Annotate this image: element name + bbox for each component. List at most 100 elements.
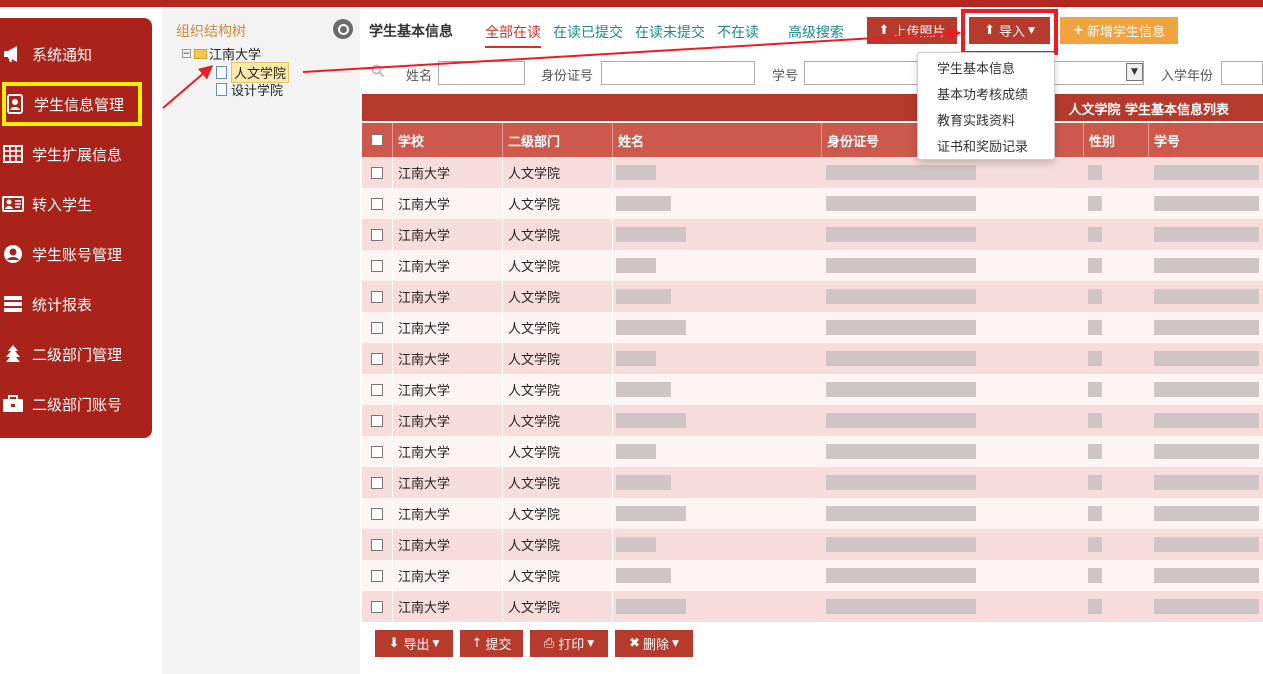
search-icon[interactable] bbox=[333, 19, 353, 39]
sidebar-item-student-info[interactable]: 学生信息管理 bbox=[2, 82, 142, 126]
plus-icon: + bbox=[1073, 23, 1084, 38]
tree-node-design[interactable]: 设计学院 bbox=[216, 80, 283, 99]
delete-button[interactable]: ✖ 删除 ▼ bbox=[615, 630, 693, 657]
table-row[interactable]: 江南大学 人文学院 bbox=[362, 188, 1263, 219]
cell-dept: 人文学院 bbox=[503, 467, 613, 498]
redacted-id bbox=[826, 599, 976, 614]
row-checkbox[interactable] bbox=[362, 250, 393, 281]
print-button[interactable]: ⎙ 打印 ▼ bbox=[530, 630, 608, 657]
sidebar-item-accounts[interactable]: 学生账号管理 bbox=[0, 232, 152, 276]
table-row[interactable]: 江南大学 人文学院 bbox=[362, 467, 1263, 498]
cell-dept: 人文学院 bbox=[503, 157, 613, 188]
cell-school: 江南大学 bbox=[393, 467, 503, 498]
sidebar-item-label: 学生信息管理 bbox=[34, 95, 125, 114]
redacted-id bbox=[826, 351, 976, 366]
table-row[interactable]: 江南大学 人文学院 bbox=[362, 343, 1263, 374]
redacted-gender bbox=[1088, 382, 1102, 397]
sidebar-item-label: 二级部门账号 bbox=[32, 395, 123, 414]
id-input[interactable] bbox=[601, 61, 755, 85]
table-row[interactable]: 江南大学 人文学院 bbox=[362, 250, 1263, 281]
row-checkbox[interactable] bbox=[362, 157, 393, 188]
add-student-button[interactable]: + 新增学生信息 bbox=[1060, 17, 1178, 44]
sidebar: 系统通知 学生信息管理 学生扩展信息 转入学生 学生账号管理 统计报表 二级部门… bbox=[0, 18, 152, 438]
menu-item-skills-scores[interactable]: 基本功考核成绩 bbox=[937, 84, 1028, 103]
submit-button[interactable]: ↑ 提交 bbox=[460, 630, 523, 657]
row-checkbox[interactable] bbox=[362, 498, 393, 529]
select-all-checkbox[interactable] bbox=[362, 123, 393, 157]
import-button[interactable]: ⬆ 导入 ▼ bbox=[969, 17, 1050, 44]
redacted-student-no bbox=[1154, 444, 1259, 459]
row-checkbox[interactable] bbox=[362, 312, 393, 343]
row-checkbox[interactable] bbox=[362, 529, 393, 560]
redacted-name bbox=[616, 506, 686, 521]
table-row[interactable]: 江南大学 人文学院 bbox=[362, 374, 1263, 405]
redacted-id bbox=[826, 258, 976, 273]
upload-icon: ⬆ bbox=[878, 23, 890, 38]
cell-school: 江南大学 bbox=[393, 343, 503, 374]
caret-down-icon: ▼ bbox=[587, 638, 595, 649]
sidebar-item-dept-accounts[interactable]: 二级部门账号 bbox=[0, 382, 152, 426]
menu-item-basic-info[interactable]: 学生基本信息 bbox=[937, 58, 1015, 77]
table-row[interactable]: 江南大学 人文学院 bbox=[362, 560, 1263, 591]
table-row[interactable]: 江南大学 人文学院 bbox=[362, 436, 1263, 467]
row-checkbox[interactable] bbox=[362, 405, 393, 436]
row-checkbox[interactable] bbox=[362, 219, 393, 250]
name-input[interactable] bbox=[438, 61, 525, 85]
table-row[interactable]: 江南大学 人文学院 bbox=[362, 591, 1263, 622]
menu-item-certificates[interactable]: 证书和奖励记录 bbox=[937, 136, 1028, 155]
col-dept[interactable]: 二级部门 bbox=[503, 123, 613, 157]
cell-dept: 人文学院 bbox=[503, 498, 613, 529]
name-label: 姓名 bbox=[406, 69, 433, 84]
col-school[interactable]: 学校 bbox=[393, 123, 503, 157]
export-label: 导出 bbox=[403, 638, 430, 653]
upload-photo-button[interactable]: ⬆ 上传照片 bbox=[867, 17, 957, 44]
caret-down-icon: ▼ bbox=[1028, 25, 1035, 36]
advanced-search-link[interactable]: 高级搜索 bbox=[788, 22, 844, 42]
row-checkbox[interactable] bbox=[362, 281, 393, 312]
year-select[interactable] bbox=[1221, 61, 1263, 85]
redacted-student-no bbox=[1154, 506, 1259, 521]
redacted-student-no bbox=[1154, 382, 1259, 397]
row-checkbox[interactable] bbox=[362, 343, 393, 374]
row-checkbox[interactable] bbox=[362, 374, 393, 405]
table-row[interactable]: 江南大学 人文学院 bbox=[362, 157, 1263, 188]
redacted-gender bbox=[1088, 537, 1102, 552]
row-checkbox[interactable] bbox=[362, 467, 393, 498]
redacted-student-no bbox=[1154, 475, 1259, 490]
submit-label: 提交 bbox=[485, 638, 512, 653]
cell-dept: 人文学院 bbox=[503, 219, 613, 250]
tab-enrolled-submitted[interactable]: 在读已提交 bbox=[553, 22, 623, 42]
menu-item-practice-materials[interactable]: 教育实践资料 bbox=[937, 110, 1015, 129]
sidebar-item-transfer[interactable]: 转入学生 bbox=[0, 182, 152, 226]
col-student-no[interactable]: 学号 bbox=[1149, 123, 1263, 157]
row-checkbox[interactable] bbox=[362, 560, 393, 591]
sidebar-item-student-ext[interactable]: 学生扩展信息 bbox=[0, 132, 152, 176]
tree-node-root[interactable]: − 江南大学 bbox=[182, 44, 261, 63]
import-label: 导入 bbox=[998, 25, 1025, 40]
sidebar-item-dept-manage[interactable]: 二级部门管理 bbox=[0, 332, 152, 376]
redacted-name bbox=[616, 568, 671, 583]
row-checkbox[interactable] bbox=[362, 591, 393, 622]
tab-not-enrolled[interactable]: 不在读 bbox=[717, 22, 759, 42]
table-row[interactable]: 江南大学 人文学院 bbox=[362, 405, 1263, 436]
redacted-gender bbox=[1088, 568, 1102, 583]
chevron-down-icon[interactable]: ▼ bbox=[1126, 63, 1143, 81]
briefcase-icon bbox=[2, 393, 24, 415]
redacted-id bbox=[826, 475, 976, 490]
sidebar-item-reports[interactable]: 统计报表 bbox=[0, 282, 152, 326]
row-checkbox[interactable] bbox=[362, 436, 393, 467]
col-name[interactable]: 姓名 bbox=[613, 123, 822, 157]
table-row[interactable]: 江南大学 人文学院 bbox=[362, 312, 1263, 343]
export-button[interactable]: ⬇ 导出 ▼ bbox=[375, 630, 453, 657]
table-row[interactable]: 江南大学 人文学院 bbox=[362, 219, 1263, 250]
table-row[interactable]: 江南大学 人文学院 bbox=[362, 529, 1263, 560]
col-gender[interactable]: 性别 bbox=[1084, 123, 1149, 157]
table-row[interactable]: 江南大学 人文学院 bbox=[362, 498, 1263, 529]
sidebar-item-notifications[interactable]: 系统通知 bbox=[0, 32, 152, 76]
caret-down-icon: ▼ bbox=[432, 638, 440, 649]
tab-enrolled-unsubmitted[interactable]: 在读未提交 bbox=[635, 22, 705, 42]
row-checkbox[interactable] bbox=[362, 188, 393, 219]
tab-all-enrolled[interactable]: 全部在读 bbox=[485, 22, 541, 48]
collapse-icon[interactable]: − bbox=[182, 49, 191, 59]
table-row[interactable]: 江南大学 人文学院 bbox=[362, 281, 1263, 312]
